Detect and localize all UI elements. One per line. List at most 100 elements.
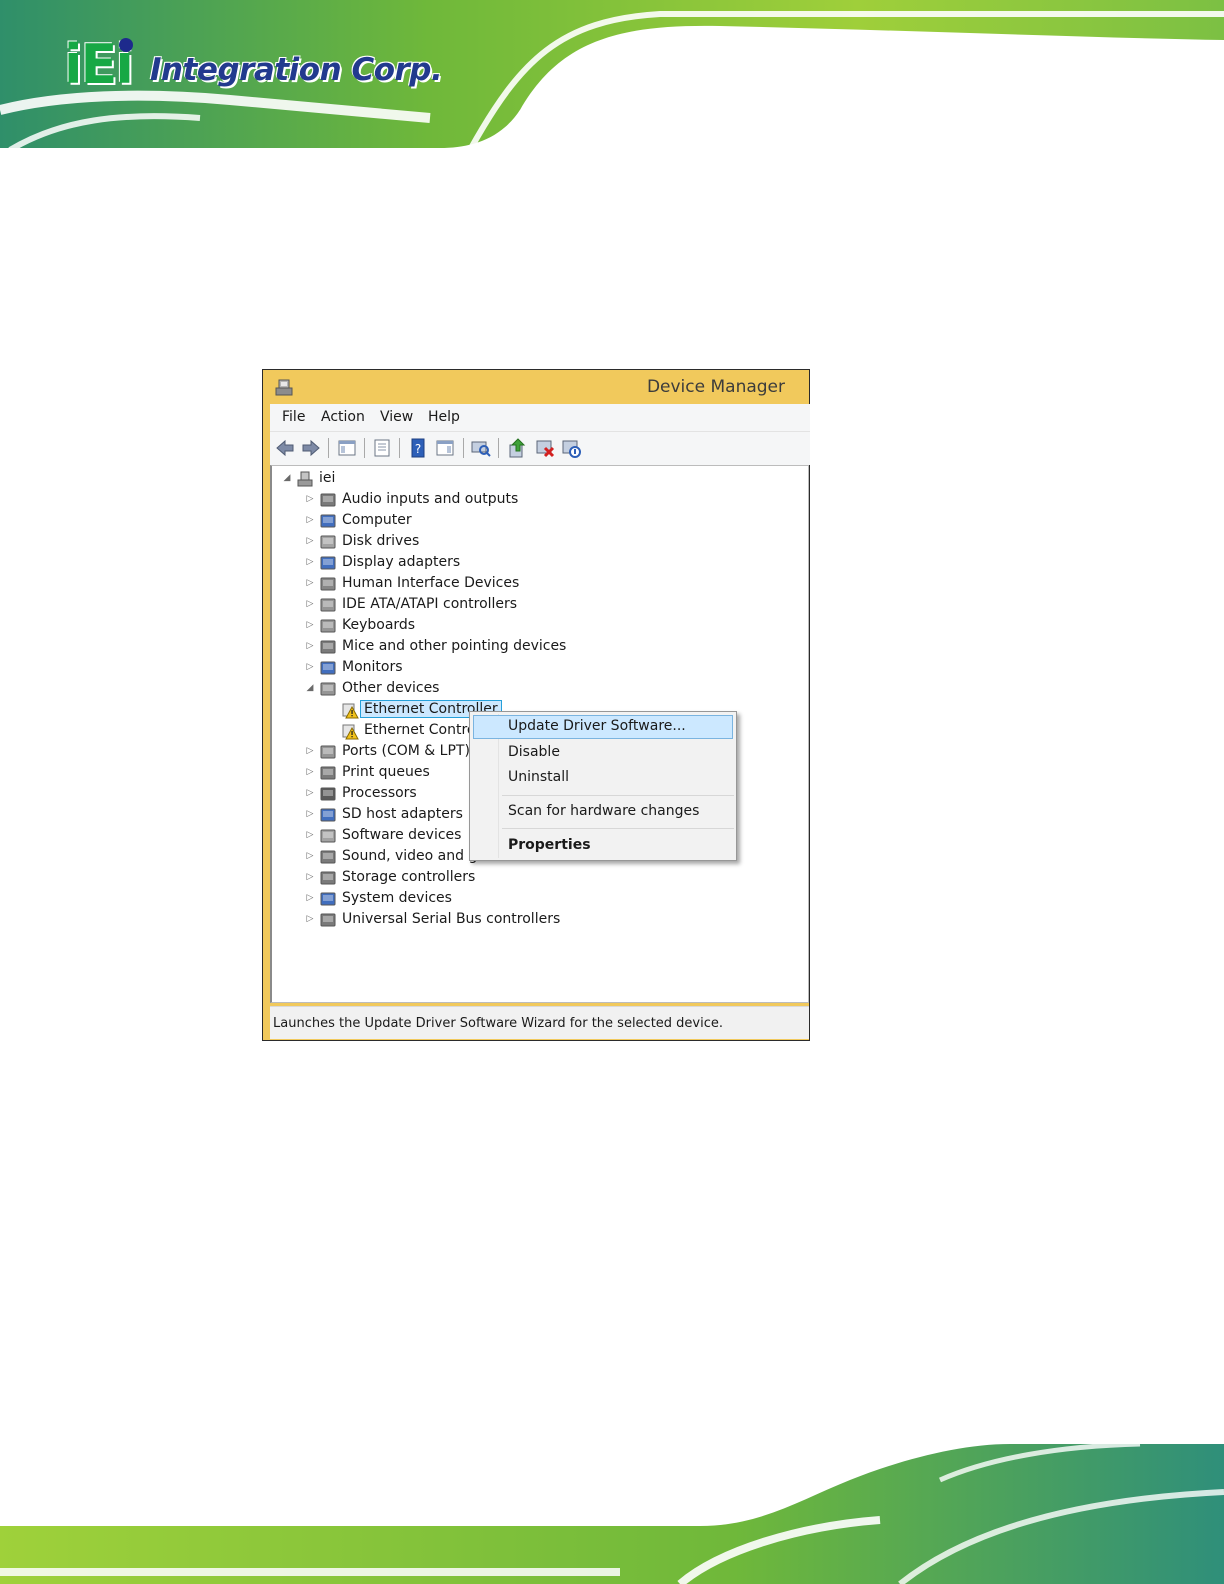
expand-arrow-icon[interactable]: ▷ xyxy=(305,809,315,821)
menu-item-label: Update Driver Software... xyxy=(508,718,686,734)
forward-icon[interactable] xyxy=(300,437,322,459)
expand-arrow-icon[interactable]: ▷ xyxy=(305,872,315,884)
tree-item-label: iei xyxy=(319,470,336,486)
expand-arrow-icon[interactable]: ▷ xyxy=(305,851,315,863)
display-adapter-icon xyxy=(320,556,336,570)
status-bar: Launches the Update Driver Software Wiza… xyxy=(270,1006,809,1039)
expand-arrow-icon[interactable]: ▷ xyxy=(305,767,315,779)
expand-arrow-icon[interactable]: ▷ xyxy=(305,893,315,905)
tree-item-label: Human Interface Devices xyxy=(342,575,520,591)
tree-item-label: Sound, video and ga xyxy=(342,848,486,864)
menu-separator xyxy=(502,828,734,829)
tree-item-label: System devices xyxy=(342,890,452,906)
sound-icon xyxy=(320,850,336,864)
menu-item-properties[interactable]: Properties xyxy=(473,834,733,858)
monitor-icon xyxy=(320,661,336,675)
collapse-arrow-icon[interactable]: ◢ xyxy=(282,473,292,485)
help-icon[interactable]: ? xyxy=(407,437,429,459)
status-text: Launches the Update Driver Software Wiza… xyxy=(273,1016,724,1031)
expand-arrow-icon[interactable]: ▷ xyxy=(305,641,315,653)
logo-text: Integration Corp. xyxy=(150,52,443,88)
menu-item-update-driver[interactable]: Update Driver Software... xyxy=(473,715,733,739)
show-hide-console-tree-icon[interactable] xyxy=(336,437,358,459)
properties-icon[interactable] xyxy=(371,437,393,459)
menu-help[interactable]: Help xyxy=(428,409,460,425)
menu-item-disable[interactable]: Disable xyxy=(473,741,733,765)
unknown-device-icon xyxy=(320,682,336,696)
toolbar-separator xyxy=(463,438,464,458)
disable-icon[interactable] xyxy=(560,437,582,459)
usb-icon xyxy=(320,913,336,927)
action-pane-icon[interactable] xyxy=(434,437,456,459)
menu-item-uninstall[interactable]: Uninstall xyxy=(473,766,733,790)
expand-arrow-icon[interactable]: ▷ xyxy=(305,746,315,758)
update-driver-icon[interactable] xyxy=(507,437,529,459)
tree-item-label: IDE ATA/ATAPI controllers xyxy=(342,596,518,612)
back-icon[interactable] xyxy=(274,437,296,459)
expand-arrow-icon[interactable]: ▷ xyxy=(305,536,315,548)
expand-arrow-icon[interactable]: ▷ xyxy=(305,830,315,842)
tree-item-label: Disk drives xyxy=(342,533,420,549)
speaker-icon xyxy=(320,493,336,507)
svg-text:?: ? xyxy=(415,442,421,456)
disk-icon xyxy=(320,535,336,549)
expand-arrow-icon[interactable]: ▷ xyxy=(305,557,315,569)
tree-item-label: Monitors xyxy=(342,659,403,675)
expand-arrow-icon[interactable]: ▷ xyxy=(305,494,315,506)
footer-banner xyxy=(0,1441,1224,1584)
tree-item-label: Universal Serial Bus controllers xyxy=(342,911,561,927)
tree-item-label: Display adapters xyxy=(342,554,461,570)
printer-icon xyxy=(320,766,336,780)
tree-item-label: Processors xyxy=(342,785,417,801)
menu-item-label: Disable xyxy=(508,744,560,760)
expand-arrow-icon[interactable]: ▷ xyxy=(305,515,315,527)
expand-arrow-icon[interactable]: ▷ xyxy=(305,599,315,611)
system-icon xyxy=(320,892,336,906)
tree-item-label: Other devices xyxy=(342,680,440,696)
toolbar-separator xyxy=(364,438,365,458)
expand-arrow-icon[interactable]: ▷ xyxy=(305,578,315,590)
expand-arrow-icon[interactable]: ▷ xyxy=(305,788,315,800)
tree-item-label: Computer xyxy=(342,512,412,528)
sd-icon xyxy=(320,808,336,822)
menu-action[interactable]: Action xyxy=(321,409,365,425)
tree-item-label: Audio inputs and outputs xyxy=(342,491,519,507)
window-title: Device Manager xyxy=(646,377,785,397)
menu-item-label: Scan for hardware changes xyxy=(508,803,700,819)
menu-item-label: Properties xyxy=(508,837,591,853)
expand-arrow-icon[interactable]: ▷ xyxy=(305,620,315,632)
toolbar-separator xyxy=(328,438,329,458)
tree-item-label: Keyboards xyxy=(342,617,416,633)
expand-arrow-icon[interactable]: ▷ xyxy=(305,914,315,926)
menu-file[interactable]: File xyxy=(282,409,305,425)
warning-device-icon xyxy=(342,703,359,719)
storage-icon xyxy=(320,871,336,885)
tree-item-label: SD host adapters xyxy=(342,806,463,822)
device-manager-window: Device Manager File Action View Help ? ◢… xyxy=(262,369,810,1041)
toolbar-separator xyxy=(399,438,400,458)
tree-item-label: Storage controllers xyxy=(342,869,476,885)
menu-item-scan-hardware[interactable]: Scan for hardware changes xyxy=(473,800,733,824)
context-menu: Update Driver Software... Disable Uninst… xyxy=(469,711,737,861)
menu-bar: File Action View Help xyxy=(270,404,810,431)
computer-root-icon xyxy=(297,471,313,487)
uninstall-icon[interactable] xyxy=(534,437,556,459)
scan-hardware-icon[interactable] xyxy=(470,437,492,459)
toolbar: ? xyxy=(270,431,810,465)
device-manager-icon xyxy=(275,379,293,396)
software-device-icon xyxy=(320,829,336,843)
tree-item-label: Software devices xyxy=(342,827,462,843)
tree-item-label: Ports (COM & LPT) xyxy=(342,743,470,759)
collapse-arrow-icon[interactable]: ◢ xyxy=(305,683,315,695)
menu-view[interactable]: View xyxy=(380,409,413,425)
tree-item-label: Mice and other pointing devices xyxy=(342,638,567,654)
expand-arrow-icon[interactable]: ▷ xyxy=(305,662,315,674)
menu-item-label: Uninstall xyxy=(508,769,570,785)
tree-item-label: Ethernet Control xyxy=(364,722,480,738)
mouse-icon xyxy=(320,640,336,654)
toolbar-separator xyxy=(498,438,499,458)
tree-item-label: Print queues xyxy=(342,764,430,780)
processor-icon xyxy=(320,787,336,801)
hid-icon xyxy=(320,577,336,591)
warning-device-icon xyxy=(342,724,359,740)
